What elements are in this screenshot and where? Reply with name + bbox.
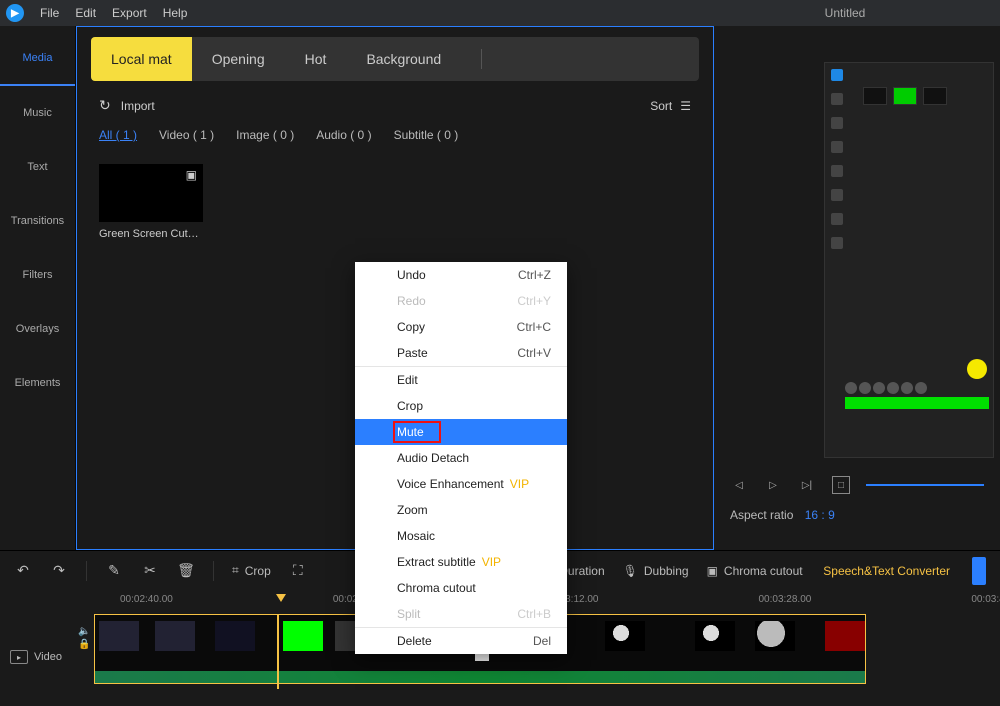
cut-icon[interactable]: ✂ [141,562,159,579]
tab-background[interactable]: Background [346,37,461,81]
filter-subtitle[interactable]: Subtitle ( 0 ) [394,128,459,142]
redo-button[interactable]: ↷ [50,562,68,579]
media-grid: ▣ Green Screen Cutout... [77,142,713,262]
mic-icon: 🎙 [623,564,638,578]
media-thumbnail: ▣ [99,164,203,222]
speech-text-converter[interactable]: Speech&Text Converter [823,564,950,578]
menu-help[interactable]: Help [163,6,188,20]
aspect-label: Aspect ratio [730,508,793,522]
import-label: Import [121,99,155,113]
sidebar-item-media[interactable]: Media [0,32,75,86]
filter-video[interactable]: Video ( 1 ) [159,128,214,142]
preview-area: ◁ ▷ ▷| □ Aspect ratio 16 : 9 [714,26,1000,550]
track-label: ▸ Video [10,650,62,664]
ctx-undo[interactable]: UndoCtrl+Z [355,262,567,288]
tab-local-mat[interactable]: Local mat [91,37,192,81]
ctx-split: SplitCtrl+B [355,601,567,627]
sidebar-item-filters[interactable]: Filters [0,248,75,302]
tab-divider [481,49,482,69]
aspect-value[interactable]: 16 : 9 [805,508,835,522]
preview-controls: ◁ ▷ ▷| □ [720,476,994,494]
sort-label: Sort [650,99,672,113]
prev-frame-button[interactable]: ◁ [730,476,748,494]
person-icon: ▣ [707,564,718,578]
tab-hot[interactable]: Hot [285,37,347,81]
edit-icon[interactable]: ✎ [105,562,123,579]
media-label: Green Screen Cutout... [99,228,203,240]
menu-export[interactable]: Export [112,6,147,20]
sidebar-item-music[interactable]: Music [0,86,75,140]
ctx-zoom[interactable]: Zoom [355,497,567,523]
chroma-tool[interactable]: ▣Chroma cutout [707,564,803,578]
track-icon: ▸ [10,650,28,664]
undo-button[interactable]: ↶ [14,562,32,579]
crop-tool[interactable]: ⌗Crop [232,563,271,578]
play-button[interactable]: ▷ [764,476,782,494]
delete-icon[interactable]: 🗑 [177,562,195,579]
filter-image[interactable]: Image ( 0 ) [236,128,294,142]
import-button[interactable]: ↻ Import [99,97,155,114]
filter-all[interactable]: All ( 1 ) [99,128,137,142]
ctx-copy[interactable]: CopyCtrl+C [355,314,567,340]
lock-icon[interactable]: 🔒 [78,639,90,650]
sidebar-item-text[interactable]: Text [0,140,75,194]
expand-button[interactable] [972,557,986,585]
ctx-chroma-cutout[interactable]: Chroma cutout [355,575,567,601]
stop-button[interactable]: □ [832,476,850,494]
next-frame-button[interactable]: ▷| [798,476,816,494]
menu-edit[interactable]: Edit [75,6,96,20]
camera-icon: ▣ [186,168,197,182]
speaker-icon[interactable]: 🔈 [78,626,90,637]
dubbing-tool[interactable]: 🎙Dubbing [623,564,689,578]
sidebar-item-transitions[interactable]: Transitions [0,194,75,248]
reload-icon: ↻ [99,97,111,114]
playhead-icon[interactable] [276,594,286,602]
crop-icon: ⌗ [232,563,239,578]
ctx-audio-detach[interactable]: Audio Detach [355,445,567,471]
list-icon: ☰ [680,99,691,113]
menu-file[interactable]: File [40,6,59,20]
media-item[interactable]: ▣ Green Screen Cutout... [99,164,203,240]
ctx-edit[interactable]: Edit [355,367,567,393]
transform-icon[interactable]: ⛶ [289,562,307,579]
ctx-delete[interactable]: DeleteDel [355,628,567,654]
ctx-mute[interactable]: Mute [355,419,567,445]
filter-bar: All ( 1 ) Video ( 1 ) Image ( 0 ) Audio … [77,114,713,142]
sidebar-item-elements[interactable]: Elements [0,356,75,410]
filter-audio[interactable]: Audio ( 0 ) [316,128,371,142]
context-menu: UndoCtrl+ZRedoCtrl+YCopyCtrl+CPasteCtrl+… [355,262,567,654]
ctx-redo: RedoCtrl+Y [355,288,567,314]
ctx-mosaic[interactable]: Mosaic [355,523,567,549]
preview-canvas [824,62,994,458]
ctx-extract-subtitle[interactable]: Extract subtitleVIP [355,549,567,575]
seek-bar[interactable] [866,484,984,486]
playhead-line[interactable] [277,614,279,689]
window-title: Untitled [825,6,866,20]
ctx-paste[interactable]: PasteCtrl+V [355,340,567,366]
menu-bar: ▶ File Edit Export Help Untitled [0,0,1000,26]
left-sidebar: Media Music Text Transitions Filters Ove… [0,26,76,550]
tab-opening[interactable]: Opening [192,37,285,81]
sort-button[interactable]: Sort ☰ [650,99,691,113]
sidebar-item-overlays[interactable]: Overlays [0,302,75,356]
cursor-highlight [967,359,987,379]
ctx-crop[interactable]: Crop [355,393,567,419]
ctx-voice-enhancement[interactable]: Voice EnhancementVIP [355,471,567,497]
app-logo: ▶ [6,4,24,22]
panel-tabs: Local mat Opening Hot Background [91,37,699,81]
